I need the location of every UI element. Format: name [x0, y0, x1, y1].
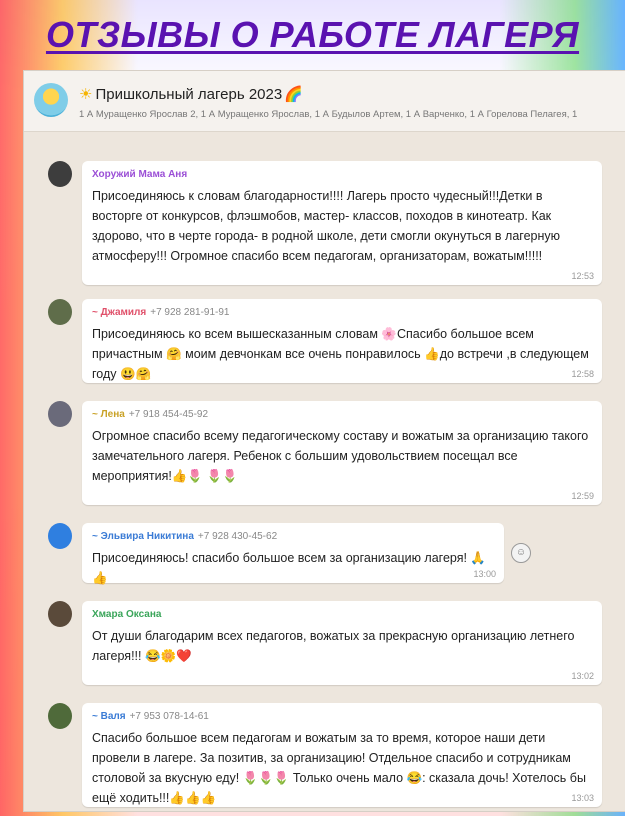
avatar[interactable] [48, 401, 72, 427]
sender-name[interactable]: Хмара Оксана [92, 609, 592, 620]
avatar[interactable] [48, 601, 72, 627]
avatar[interactable] [48, 523, 72, 549]
sender-phone: +7 918 454-45-92 [128, 409, 209, 420]
avatar[interactable] [48, 703, 72, 729]
chat-members: 1 А Муращенко Ярослав 2, 1 А Муращенко Я… [79, 109, 578, 120]
message-bubble: Хмара Оксана От души благодарим всех пед… [82, 601, 602, 685]
message-text: Присоединяюсь! спасибо большое всем за о… [92, 551, 487, 585]
message-bubble: ~ Валя +7 953 078-14-61 Спасибо большое в… [82, 703, 602, 807]
avatar[interactable] [48, 299, 72, 325]
rainbow-emoji-icon: 🌈 [284, 86, 303, 103]
message-text: Спасибо большое всем педагогам и вожатым… [92, 731, 586, 805]
sender-phone: +7 953 078-14-61 [129, 711, 209, 722]
sender-label: ~ Лена [92, 409, 125, 420]
sun-emoji-icon: ☀ [79, 86, 93, 103]
message-time: 13:02 [571, 671, 594, 681]
message-time: 12:53 [571, 271, 594, 281]
sender-name[interactable]: ~ Валя +7 953 078-14-61 [92, 711, 592, 722]
message-bubble: ~ Джамиля +7 928 281-91-91 Присоединяюсь … [82, 299, 602, 383]
sender-label: ~ Джамиля [92, 307, 147, 318]
sender-name[interactable]: ~ Лена +7 918 454-45-92 [92, 409, 592, 420]
message-time: 13:03 [571, 793, 594, 803]
sender-name[interactable]: ~ Джамиля +7 928 281-91-91 [92, 307, 592, 318]
message-text: Огромное спасибо всему педагогическому с… [92, 429, 589, 483]
message-bubble: ~ Эльвира Никитина +7 928 430-45-62 Присо… [82, 523, 504, 585]
message-text: Присоединяюсь ко всем вышесказанным слов… [92, 327, 589, 381]
message-bubble: ~ Лена +7 918 454-45-92 Огромное спасибо … [82, 401, 602, 505]
avatar[interactable] [48, 161, 72, 187]
sender-name[interactable]: Хоружий Мама Аня [92, 169, 592, 180]
message-time: 13:00 [473, 569, 496, 579]
message-bubble: Хоружий Мама Аня Присоединяюсь к словам … [82, 161, 602, 285]
message-text: Присоединяюсь к словам благодарности!!!!… [92, 189, 560, 263]
sender-name[interactable]: ~ Эльвира Никитина +7 928 430-45-62 [92, 531, 494, 542]
chat-title: ☀ Пришкольный лагерь 2023 🌈 [79, 85, 303, 103]
chat-title-text: Пришкольный лагерь 2023 [95, 86, 283, 103]
sender-phone: +7 928 281-91-91 [150, 307, 230, 318]
message-time: 12:58 [571, 369, 594, 379]
chat-window: ☀ Пришкольный лагерь 2023 🌈 1 А Муращенко … [23, 70, 625, 812]
message-text: От души благодарим всех педагогов, вожат… [92, 629, 575, 663]
sender-phone: +7 928 430-45-62 [197, 531, 278, 542]
group-avatar[interactable] [34, 83, 68, 117]
sender-label: ~ Эльвира Никитина [92, 531, 194, 542]
sender-label: ~ Валя [92, 711, 126, 722]
message-time: 12:59 [571, 491, 594, 501]
chat-header[interactable]: ☀ Пришкольный лагерь 2023 🌈 1 А Муращенко … [24, 71, 625, 132]
page-title: ОТЗЫВЫ О РАБОТЕ ЛАГЕРЯ [45, 14, 580, 55]
smiley-reaction-icon[interactable]: ☺ [511, 543, 531, 563]
